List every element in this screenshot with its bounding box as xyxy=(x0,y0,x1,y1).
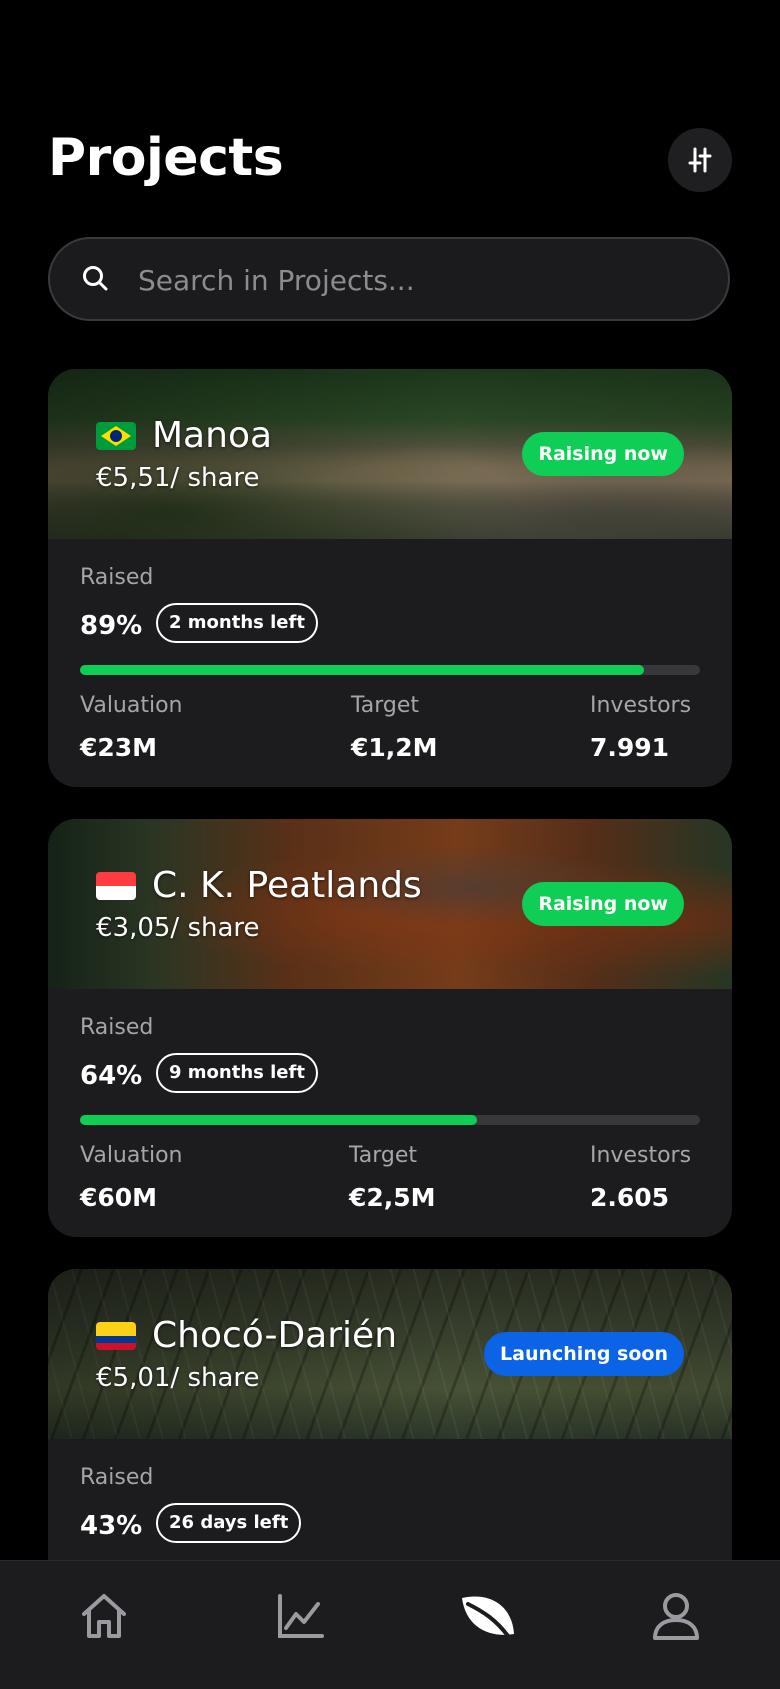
status-badge: Raising now xyxy=(522,432,684,476)
home-icon xyxy=(82,1594,126,1638)
sliders-icon xyxy=(688,147,712,173)
tab-projects[interactable] xyxy=(448,1581,528,1651)
investors-value: 2.605 xyxy=(590,1183,670,1212)
progress-bar xyxy=(80,665,700,675)
tab-profile[interactable] xyxy=(636,1581,716,1651)
project-price: €3,05/ share xyxy=(96,913,260,943)
time-left-badge: 2 months left xyxy=(156,603,318,643)
page-title: Projects xyxy=(48,128,284,188)
chart-icon xyxy=(278,1594,324,1638)
investors-label: Investors xyxy=(590,1143,692,1168)
investors-label: Investors xyxy=(590,693,692,718)
indonesia-flag-icon xyxy=(96,872,136,900)
progress-bar xyxy=(80,1115,700,1125)
raised-label: Raised xyxy=(80,565,154,590)
brazil-flag-icon xyxy=(96,422,136,450)
raised-label: Raised xyxy=(80,1465,154,1490)
valuation-label: Valuation xyxy=(80,1143,183,1168)
raised-label: Raised xyxy=(80,1015,154,1040)
tab-bar xyxy=(0,1560,780,1689)
project-card-manoa[interactable]: Manoa €5,51/ share Raising now Raised 89… xyxy=(48,369,732,787)
project-card-peatlands[interactable]: C. K. Peatlands €3,05/ share Raising now… xyxy=(48,819,732,1237)
raised-percent: 43% xyxy=(80,1511,143,1541)
target-value: €1,2M xyxy=(351,733,438,762)
project-price: €5,51/ share xyxy=(96,463,260,493)
progress-fill xyxy=(80,1115,477,1125)
raised-percent: 64% xyxy=(80,1061,143,1091)
time-left-badge: 9 months left xyxy=(156,1053,318,1093)
investors-value: 7.991 xyxy=(590,733,670,762)
project-image: C. K. Peatlands €3,05/ share Raising now xyxy=(48,819,732,989)
profile-icon xyxy=(653,1593,699,1640)
tab-home[interactable] xyxy=(64,1581,144,1651)
project-image: Chocó-Darién €5,01/ share Launching soon xyxy=(48,1269,732,1439)
target-label: Target xyxy=(349,1143,418,1168)
project-image: Manoa €5,51/ share Raising now xyxy=(48,369,732,539)
progress-fill xyxy=(80,665,645,675)
project-name: Chocó-Darién xyxy=(152,1315,398,1356)
raised-percent: 89% xyxy=(80,611,143,641)
filter-button[interactable] xyxy=(668,128,732,192)
leaf-icon xyxy=(462,1596,514,1638)
colombia-flag-icon xyxy=(96,1322,136,1350)
status-badge: Raising now xyxy=(522,882,684,926)
search-bar[interactable] xyxy=(48,237,730,321)
valuation-value: €23M xyxy=(80,733,158,762)
target-value: €2,5M xyxy=(349,1183,436,1212)
project-price: €5,01/ share xyxy=(96,1363,260,1393)
search-input[interactable] xyxy=(136,253,700,307)
time-left-badge: 26 days left xyxy=(156,1503,302,1543)
project-name: Manoa xyxy=(152,415,273,456)
status-badge: Launching soon xyxy=(484,1332,684,1376)
valuation-value: €60M xyxy=(80,1183,158,1212)
project-name: C. K. Peatlands xyxy=(152,865,422,906)
valuation-label: Valuation xyxy=(80,693,183,718)
target-label: Target xyxy=(351,693,420,718)
tab-portfolio[interactable] xyxy=(260,1581,340,1651)
search-icon xyxy=(83,266,108,291)
